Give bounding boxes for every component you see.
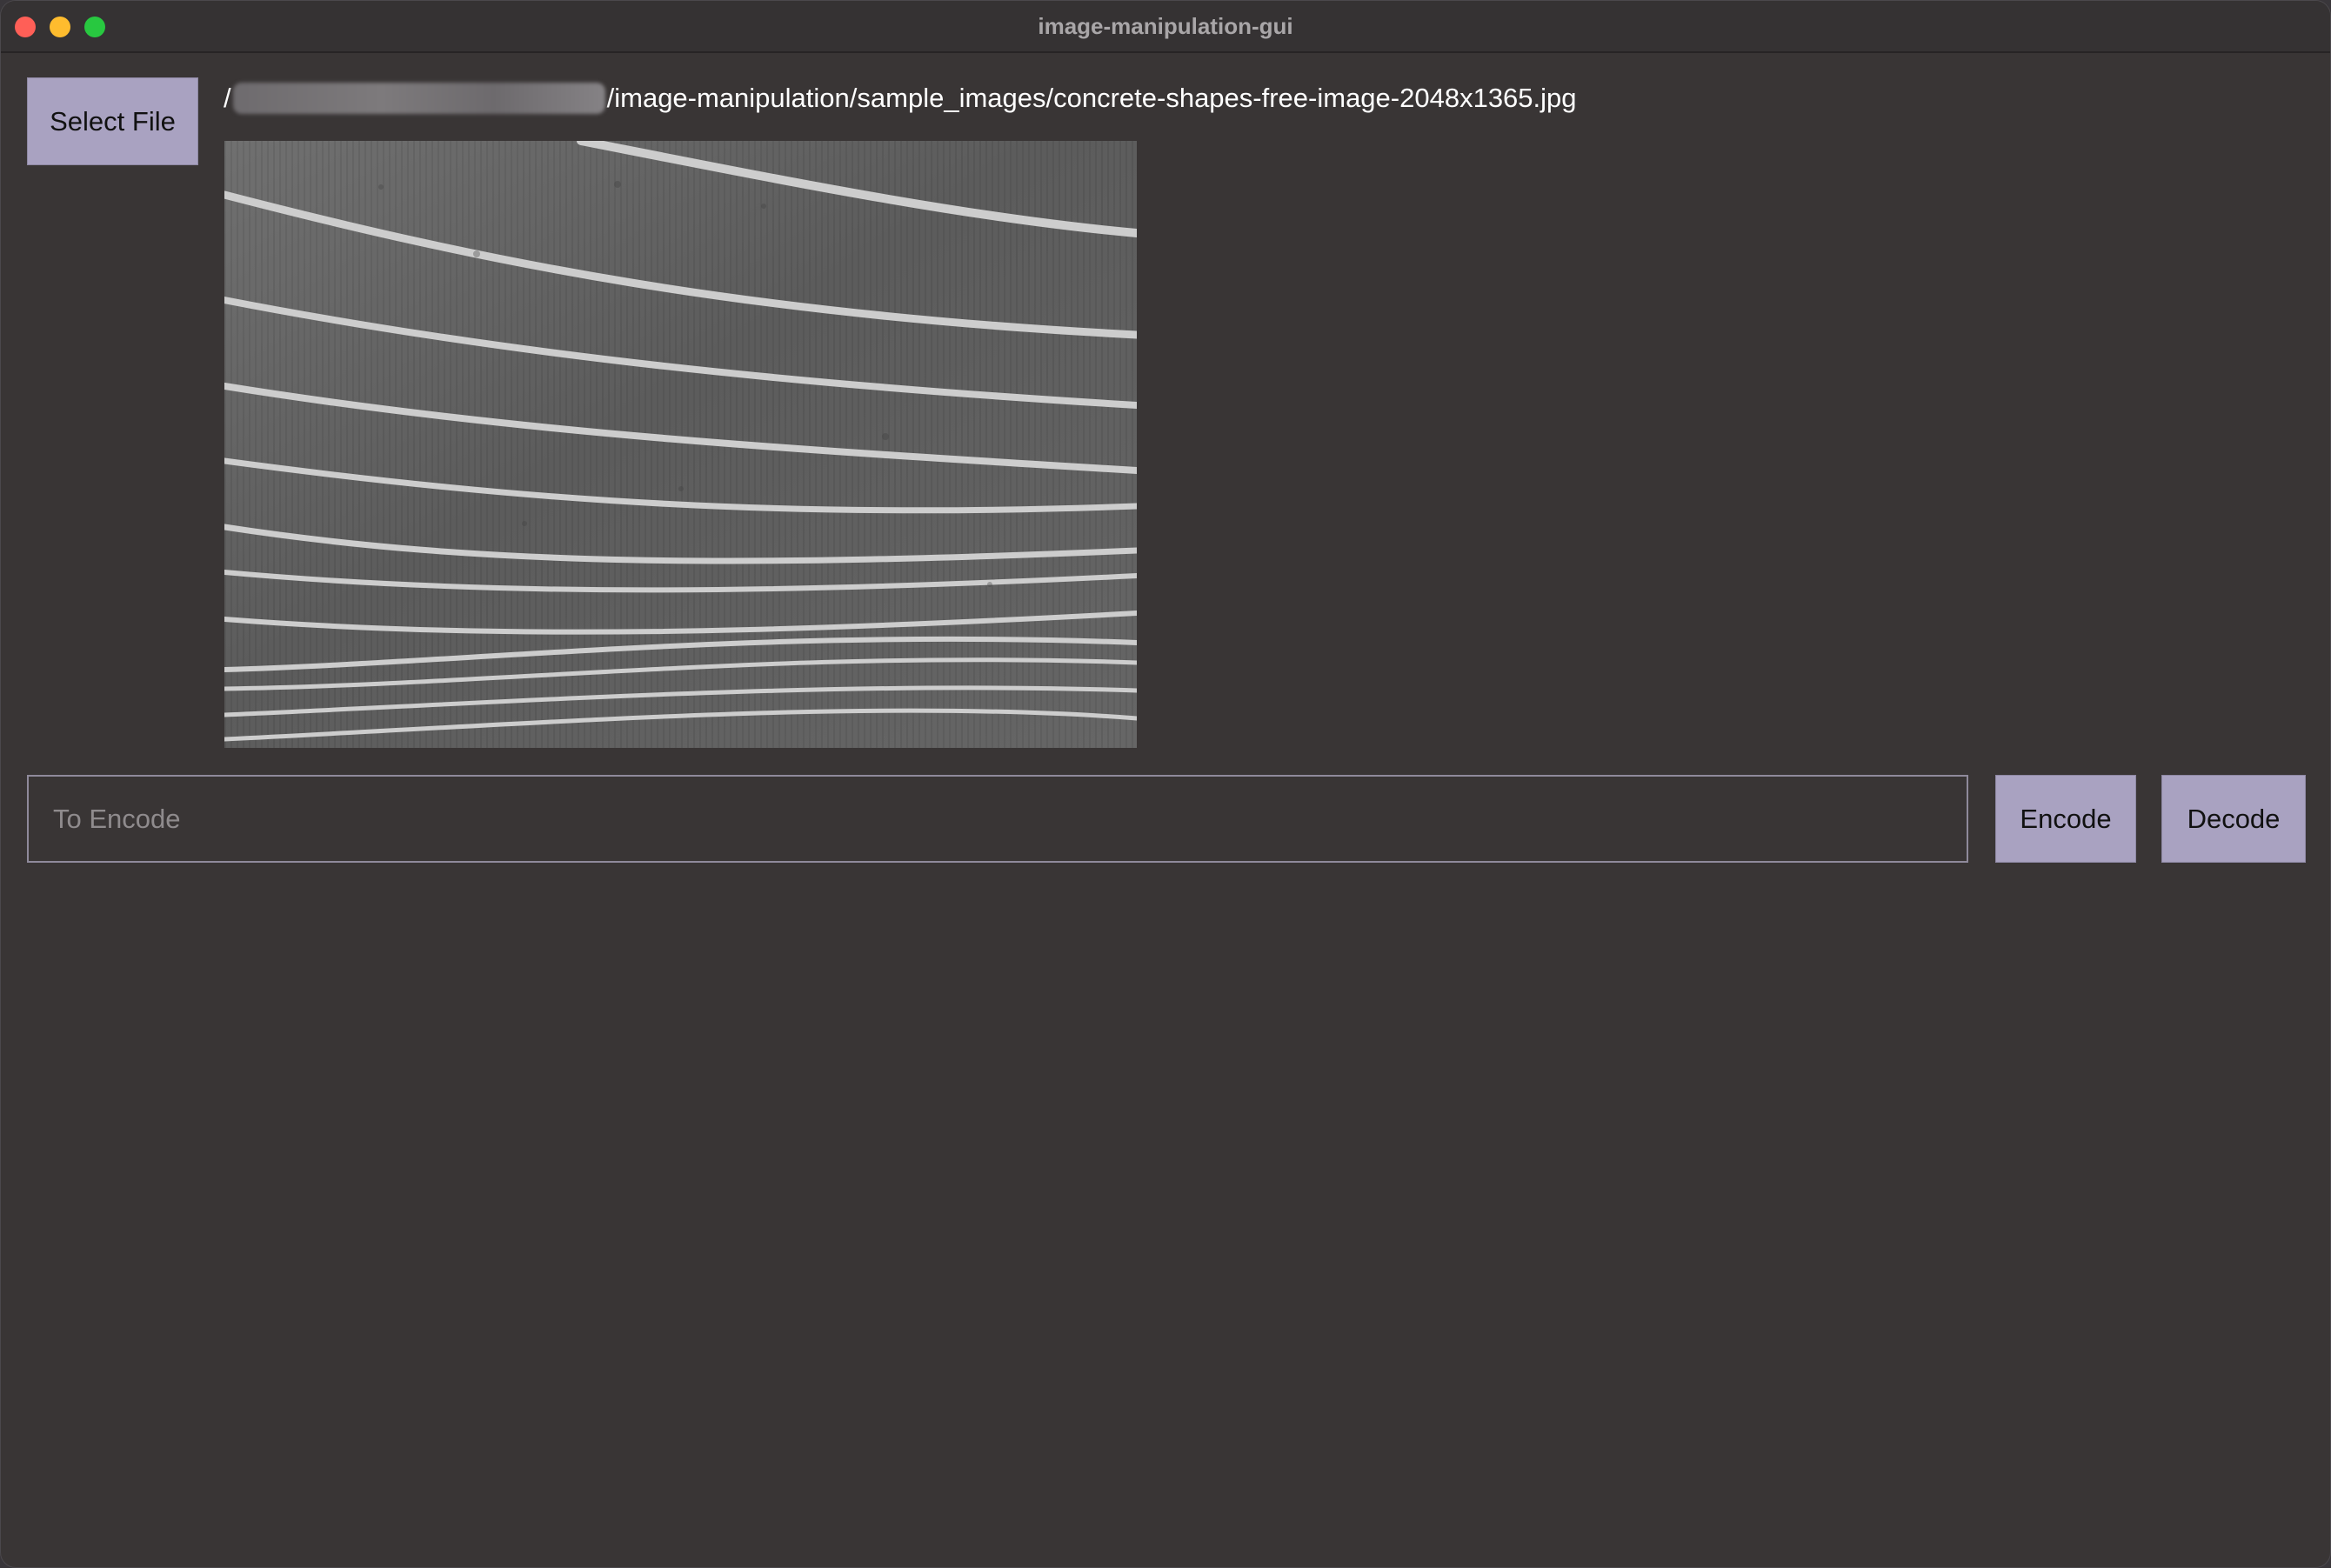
app-window: image-manipulation-gui Select File / /im… [0,0,2331,1568]
file-path-suffix: /image-manipulation/sample_images/concre… [606,83,1577,113]
encode-button[interactable]: Encode [1995,775,2136,863]
file-path-prefix: / [224,83,231,113]
redacted-path-segment [232,83,605,114]
concrete-image [224,141,1137,748]
select-file-button[interactable]: Select File [27,77,198,165]
to-encode-input[interactable] [27,775,1968,863]
title-bar: image-manipulation-gui [1,1,2330,53]
window-title: image-manipulation-gui [1038,13,1293,39]
image-preview [224,141,1137,748]
decode-button[interactable]: Decode [2161,775,2306,863]
file-path: / /image-manipulation/sample_images/conc… [224,78,1577,118]
